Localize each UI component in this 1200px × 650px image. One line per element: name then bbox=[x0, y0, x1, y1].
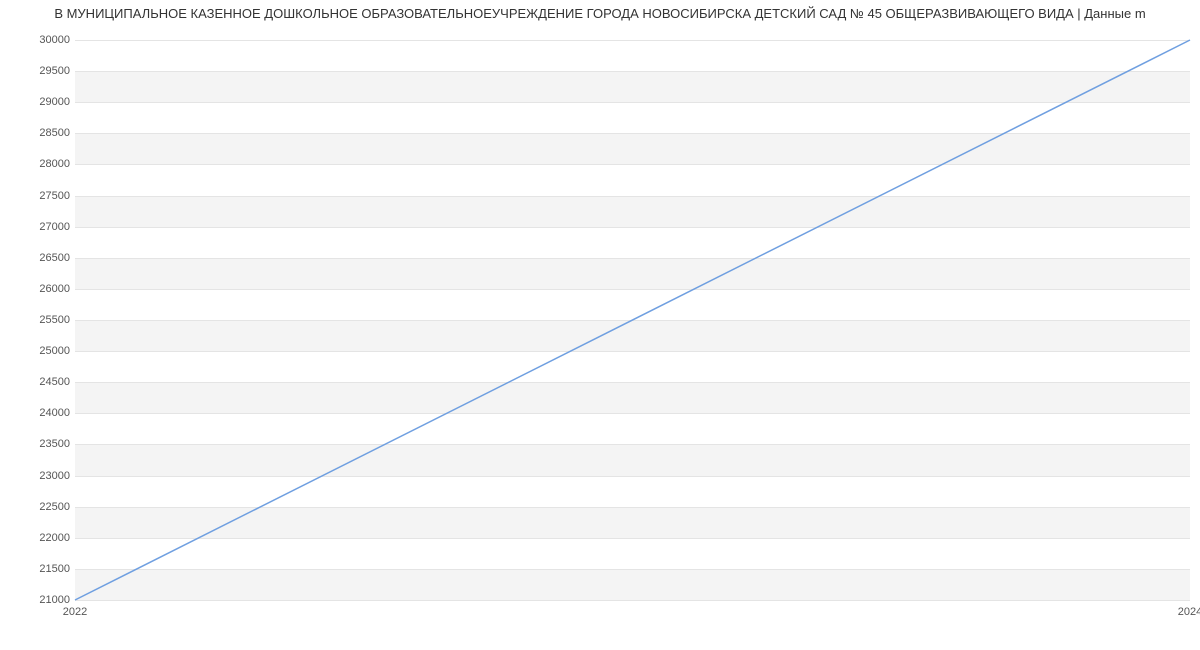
y-tick-label: 23000 bbox=[10, 470, 70, 482]
y-tick-label: 21000 bbox=[10, 594, 70, 606]
y-tick-label: 26000 bbox=[10, 283, 70, 295]
y-tick-label: 30000 bbox=[10, 34, 70, 46]
y-tick-label: 28500 bbox=[10, 127, 70, 139]
y-tick-label: 27000 bbox=[10, 221, 70, 233]
y-tick-label: 24000 bbox=[10, 407, 70, 419]
y-tick-label: 27500 bbox=[10, 190, 70, 202]
y-tick-label: 25000 bbox=[10, 345, 70, 357]
chart-title: В МУНИЦИПАЛЬНОЕ КАЗЕННОЕ ДОШКОЛЬНОЕ ОБРА… bbox=[0, 6, 1200, 21]
y-tick-label: 28000 bbox=[10, 158, 70, 170]
x-tick-label: 2022 bbox=[63, 606, 87, 618]
y-tick-label: 25500 bbox=[10, 314, 70, 326]
gridline bbox=[75, 600, 1190, 601]
y-tick-label: 23500 bbox=[10, 438, 70, 450]
x-tick-label: 2024 bbox=[1178, 606, 1200, 618]
line-series bbox=[75, 40, 1190, 600]
y-tick-label: 29000 bbox=[10, 96, 70, 108]
plot-area bbox=[75, 40, 1190, 601]
y-tick-label: 22500 bbox=[10, 501, 70, 513]
chart-container: В МУНИЦИПАЛЬНОЕ КАЗЕННОЕ ДОШКОЛЬНОЕ ОБРА… bbox=[0, 0, 1200, 650]
y-tick-label: 22000 bbox=[10, 532, 70, 544]
y-tick-label: 21500 bbox=[10, 563, 70, 575]
y-tick-label: 26500 bbox=[10, 252, 70, 264]
y-tick-label: 29500 bbox=[10, 65, 70, 77]
y-tick-label: 24500 bbox=[10, 376, 70, 388]
